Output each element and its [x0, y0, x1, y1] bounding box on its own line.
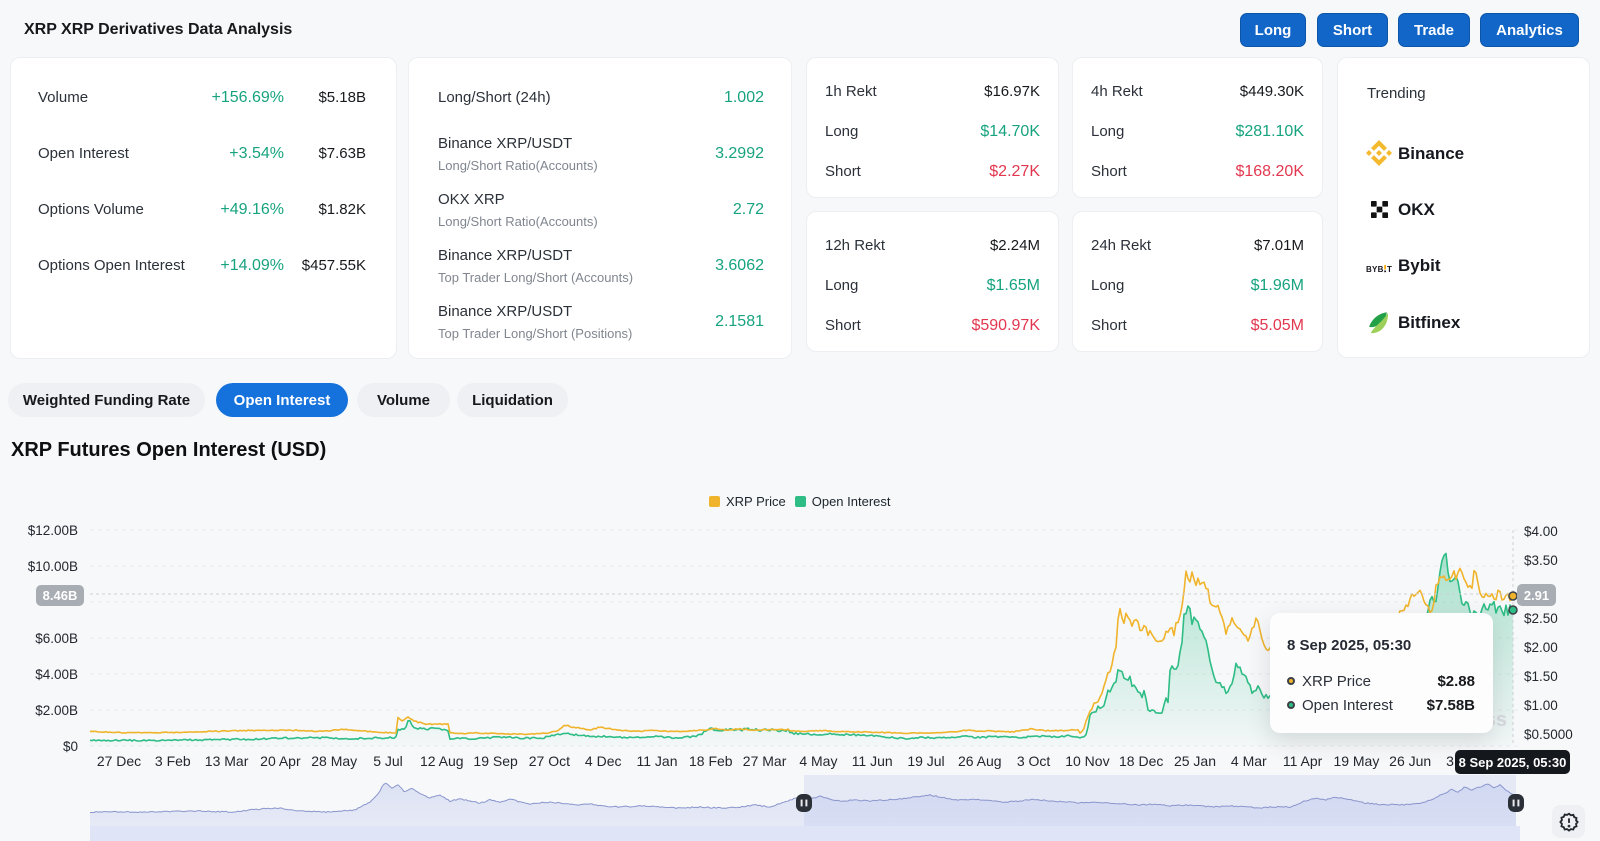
svg-text:19 May: 19 May [1333, 753, 1379, 769]
svg-text:25 Jan: 25 Jan [1174, 753, 1216, 769]
svg-text:4 May: 4 May [799, 753, 837, 769]
svg-text:5 Jul: 5 Jul [373, 753, 403, 769]
svg-text:$0: $0 [63, 739, 78, 754]
svg-text:$2.00B: $2.00B [35, 703, 78, 718]
svg-text:26 Aug: 26 Aug [958, 753, 1002, 769]
svg-text:4 Dec: 4 Dec [585, 753, 622, 769]
svg-text:3 Feb: 3 Feb [155, 753, 191, 769]
svg-text:$0.5000: $0.5000 [1524, 727, 1573, 742]
svg-text:T: T [1387, 265, 1392, 274]
svg-text:$6.00B: $6.00B [35, 631, 78, 646]
svg-text:12 Aug: 12 Aug [420, 753, 464, 769]
svg-text:10 Nov: 10 Nov [1065, 753, 1109, 769]
svg-text:11 Jun: 11 Jun [852, 753, 893, 769]
svg-text:27 Mar: 27 Mar [743, 753, 787, 769]
svg-text:11 Apr: 11 Apr [1283, 753, 1323, 769]
svg-text:18 Dec: 18 Dec [1119, 753, 1163, 769]
svg-text:27 Oct: 27 Oct [529, 753, 570, 769]
svg-text:BYB: BYB [1366, 265, 1384, 274]
svg-text:4 Mar: 4 Mar [1231, 753, 1267, 769]
svg-text:8.46B: 8.46B [43, 588, 78, 603]
svg-text:$4.00: $4.00 [1524, 524, 1558, 539]
svg-text:$10.00B: $10.00B [28, 559, 78, 574]
svg-text:18 Feb: 18 Feb [689, 753, 733, 769]
svg-text:13 Mar: 13 Mar [205, 753, 249, 769]
svg-text:20 Apr: 20 Apr [260, 753, 301, 769]
svg-text:$2.50: $2.50 [1524, 611, 1558, 626]
svg-text:$1.00: $1.00 [1524, 698, 1558, 713]
svg-text:26 Jun: 26 Jun [1389, 753, 1431, 769]
svg-text:$1.50: $1.50 [1524, 669, 1558, 684]
svg-text:11 Jan: 11 Jan [637, 753, 678, 769]
svg-text:27 Dec: 27 Dec [97, 753, 141, 769]
svg-text:28 May: 28 May [311, 753, 357, 769]
svg-text:2.91: 2.91 [1524, 588, 1549, 603]
svg-text:19 Jul: 19 Jul [907, 753, 944, 769]
svg-text:3 Oct: 3 Oct [1017, 753, 1051, 769]
svg-text:$2.00: $2.00 [1524, 640, 1558, 655]
svg-text:$12.00B: $12.00B [28, 523, 78, 538]
svg-text:8 Sep 2025, 05:30: 8 Sep 2025, 05:30 [1459, 755, 1567, 770]
svg-text:19 Sep: 19 Sep [473, 753, 518, 769]
svg-text:$4.00B: $4.00B [35, 667, 78, 682]
svg-text:$3.50: $3.50 [1524, 553, 1558, 568]
